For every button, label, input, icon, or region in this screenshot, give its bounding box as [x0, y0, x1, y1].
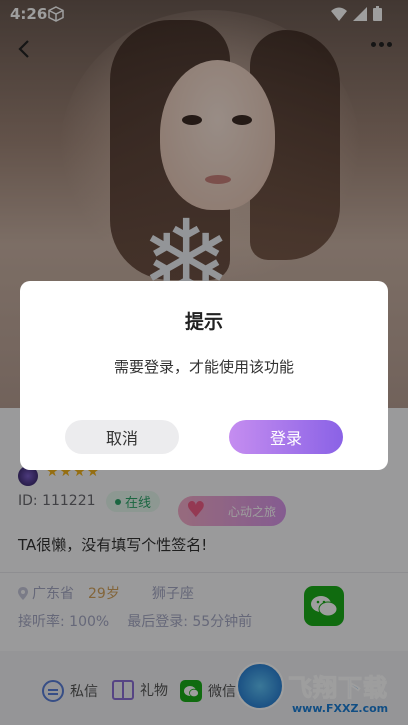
dialog-title: 提示 [184, 311, 223, 333]
cancel-button[interactable]: 取消 [65, 420, 179, 454]
login-required-dialog: 提示 需要登录，才能使用该功能 取消 登录 [20, 281, 388, 470]
login-button[interactable]: 登录 [229, 420, 343, 454]
dialog-message: 需要登录，才能使用该功能 [113, 358, 294, 376]
